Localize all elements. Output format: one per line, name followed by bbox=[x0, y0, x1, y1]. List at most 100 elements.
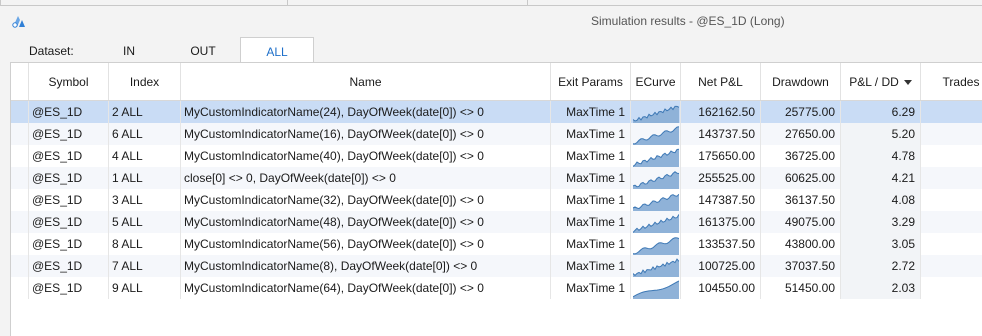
cell-pl-dd: 3.29 bbox=[841, 211, 921, 233]
row-header[interactable] bbox=[11, 123, 29, 145]
cell-index: 4 ALL bbox=[109, 145, 181, 167]
cell-index: 3 ALL bbox=[109, 189, 181, 211]
cell-drawdown: 60625.00 bbox=[761, 167, 841, 189]
cell-symbol: @ES_1D bbox=[29, 277, 109, 299]
tab-in[interactable]: IN bbox=[100, 37, 158, 63]
row-header[interactable] bbox=[11, 189, 29, 211]
sort-descending-icon bbox=[903, 80, 912, 86]
cell-symbol: @ES_1D bbox=[29, 189, 109, 211]
ecurve-thumbnail bbox=[631, 101, 681, 123]
column-header-drawdown[interactable]: Drawdown bbox=[761, 63, 841, 100]
cell-name: MyCustomIndicatorName(8), DayOfWeek(date… bbox=[181, 255, 551, 277]
cell-exit-params: MaxTime 1 bbox=[551, 167, 631, 189]
cell-net-pl: 104550.00 bbox=[681, 277, 761, 299]
cell-drawdown: 51450.00 bbox=[761, 277, 841, 299]
cell-name: MyCustomIndicatorName(64), DayOfWeek(dat… bbox=[181, 277, 551, 299]
column-header-symbol[interactable]: Symbol bbox=[29, 63, 109, 100]
cell-symbol: @ES_1D bbox=[29, 167, 109, 189]
column-header-index[interactable]: Index bbox=[109, 63, 181, 100]
cell-exit-params: MaxTime 1 bbox=[551, 233, 631, 255]
row-header[interactable] bbox=[11, 167, 29, 189]
column-header-label: Net P&L bbox=[698, 75, 743, 89]
cell-index: 9 ALL bbox=[109, 277, 181, 299]
table-header: Symbol Index Name Exit Params ECurve Net… bbox=[11, 63, 982, 101]
cell-symbol: @ES_1D bbox=[29, 101, 109, 123]
cell-index: 7 ALL bbox=[109, 255, 181, 277]
cell-index: 8 ALL bbox=[109, 233, 181, 255]
ecurve-thumbnail bbox=[631, 167, 681, 189]
cell-index: 6 ALL bbox=[109, 123, 181, 145]
cell-trades: 26 bbox=[921, 101, 982, 123]
cell-net-pl: 147387.50 bbox=[681, 189, 761, 211]
cell-drawdown: 25775.00 bbox=[761, 101, 841, 123]
results-table: Symbol Index Name Exit Params ECurve Net… bbox=[10, 62, 982, 336]
cell-symbol: @ES_1D bbox=[29, 233, 109, 255]
app-logo-icon bbox=[10, 12, 28, 30]
table-row[interactable]: @ES_1D 8 ALL MyCustomIndicatorName(56), Da… bbox=[11, 233, 982, 255]
table-row[interactable]: @ES_1D 6 ALL MyCustomIndicatorName(16), Da… bbox=[11, 123, 982, 145]
cell-name: MyCustomIndicatorName(56), DayOfWeek(dat… bbox=[181, 233, 551, 255]
cell-exit-params: MaxTime 1 bbox=[551, 211, 631, 233]
cell-drawdown: 37037.50 bbox=[761, 255, 841, 277]
tab-out[interactable]: OUT bbox=[170, 37, 236, 63]
cell-symbol: @ES_1D bbox=[29, 123, 109, 145]
cell-trades: 27 bbox=[921, 211, 982, 233]
cell-index: 2 ALL bbox=[109, 101, 181, 123]
cell-pl-dd: 4.21 bbox=[841, 167, 921, 189]
column-header-trades[interactable]: Trades bbox=[921, 63, 982, 100]
table-row[interactable]: @ES_1D 1 ALL close[0] <> 0, DayOfWeek(date… bbox=[11, 167, 982, 189]
cell-pl-dd: 5.20 bbox=[841, 123, 921, 145]
table-row[interactable]: @ES_1D 2 ALL MyCustomIndicatorName(24), Da… bbox=[11, 101, 982, 123]
window-title: Simulation results - @ES_1D (Long) bbox=[591, 14, 785, 28]
ecurve-thumbnail bbox=[631, 211, 681, 233]
cell-exit-params: MaxTime 1 bbox=[551, 255, 631, 277]
cell-drawdown: 36725.00 bbox=[761, 145, 841, 167]
column-header-ecurve[interactable]: ECurve bbox=[631, 63, 681, 100]
table-row[interactable]: @ES_1D 9 ALL MyCustomIndicatorName(64), Da… bbox=[11, 277, 982, 299]
cell-index: 5 ALL bbox=[109, 211, 181, 233]
row-header-corner bbox=[11, 63, 29, 100]
table-row[interactable]: @ES_1D 3 ALL MyCustomIndicatorName(32), Da… bbox=[11, 189, 982, 211]
table-row[interactable]: @ES_1D 4 ALL MyCustomIndicatorName(40), Da… bbox=[11, 145, 982, 167]
cell-trades: 28 bbox=[921, 233, 982, 255]
row-header[interactable] bbox=[11, 101, 29, 123]
cell-net-pl: 161375.00 bbox=[681, 211, 761, 233]
column-header-net-pl[interactable]: Net P&L bbox=[681, 63, 761, 100]
row-header[interactable] bbox=[11, 145, 29, 167]
column-header-pl-dd[interactable]: P&L / DD bbox=[841, 63, 921, 100]
cell-drawdown: 27650.00 bbox=[761, 123, 841, 145]
row-header[interactable] bbox=[11, 277, 29, 299]
column-header-exit-params[interactable]: Exit Params bbox=[551, 63, 631, 100]
row-header[interactable] bbox=[11, 255, 29, 277]
title-bar: Simulation results - @ES_1D (Long) bbox=[0, 6, 982, 36]
cell-trades: 26 bbox=[921, 123, 982, 145]
cell-net-pl: 133537.50 bbox=[681, 233, 761, 255]
cell-name: MyCustomIndicatorName(32), DayOfWeek(dat… bbox=[181, 189, 551, 211]
row-header[interactable] bbox=[11, 233, 29, 255]
cell-trades: 28 bbox=[921, 277, 982, 299]
ecurve-thumbnail bbox=[631, 145, 681, 167]
cell-drawdown: 36137.50 bbox=[761, 189, 841, 211]
cell-net-pl: 100725.00 bbox=[681, 255, 761, 277]
row-header[interactable] bbox=[11, 211, 29, 233]
table-row[interactable]: @ES_1D 7 ALL MyCustomIndicatorName(8), Day… bbox=[11, 255, 982, 277]
cell-symbol: @ES_1D bbox=[29, 211, 109, 233]
column-header-label: P&L / DD bbox=[849, 75, 899, 89]
cell-exit-params: MaxTime 1 bbox=[551, 189, 631, 211]
ecurve-thumbnail bbox=[631, 189, 681, 211]
ecurve-thumbnail bbox=[631, 233, 681, 255]
table-row[interactable]: @ES_1D 5 ALL MyCustomIndicatorName(48), Da… bbox=[11, 211, 982, 233]
column-header-label: ECurve bbox=[635, 75, 676, 89]
cell-symbol: @ES_1D bbox=[29, 255, 109, 277]
column-header-name[interactable]: Name bbox=[181, 63, 551, 100]
column-header-label: Symbol bbox=[48, 75, 89, 89]
dataset-label: Dataset: bbox=[29, 44, 74, 58]
cell-pl-dd: 4.78 bbox=[841, 145, 921, 167]
tab-all[interactable]: ALL bbox=[240, 37, 314, 64]
dataset-bar: Dataset: IN OUT ALL bbox=[0, 37, 982, 64]
cell-drawdown: 43800.00 bbox=[761, 233, 841, 255]
cell-name: MyCustomIndicatorName(48), DayOfWeek(dat… bbox=[181, 211, 551, 233]
ecurve-thumbnail bbox=[631, 255, 681, 277]
cell-trades: 24 bbox=[921, 255, 982, 277]
cell-trades: 39 bbox=[921, 167, 982, 189]
